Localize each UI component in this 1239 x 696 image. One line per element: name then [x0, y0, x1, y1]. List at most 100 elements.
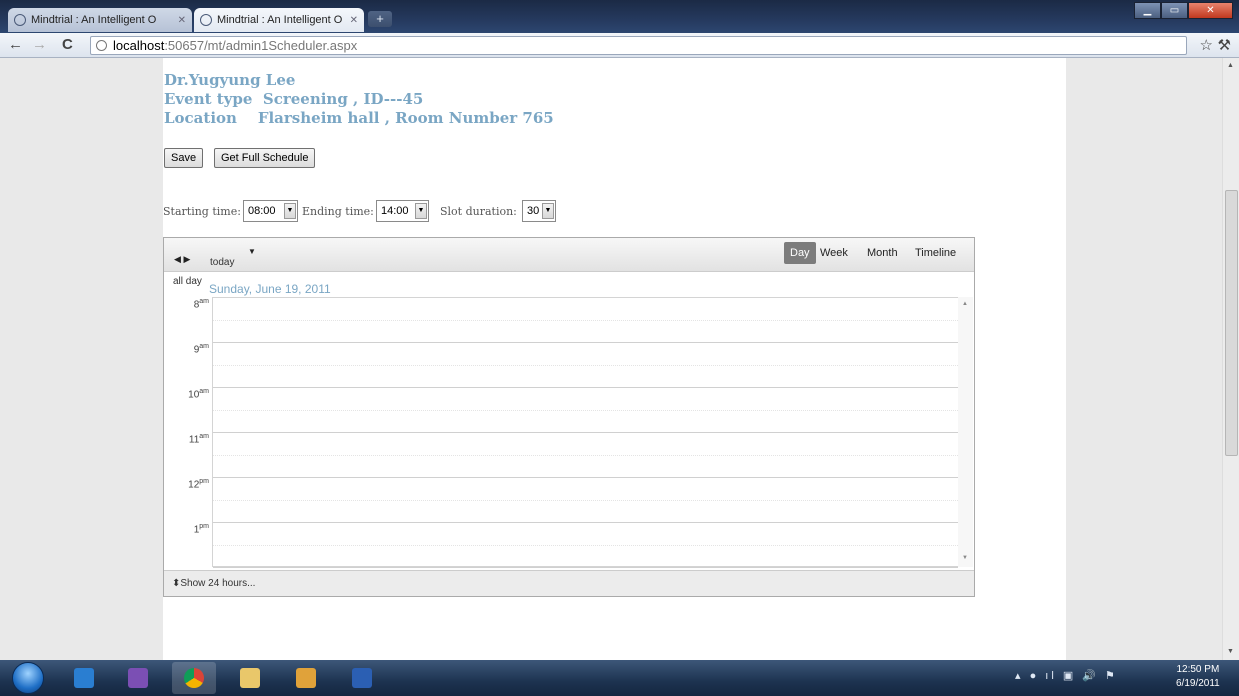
new-tab-button[interactable]: +: [368, 11, 392, 27]
forward-arrow-icon[interactable]: →: [32, 36, 47, 53]
half-hour-line: [213, 410, 958, 411]
view-timeline-button[interactable]: Timeline: [909, 242, 962, 264]
taskbar-app-media[interactable]: [284, 662, 328, 694]
view-month-button[interactable]: Month: [861, 242, 904, 264]
time-grid[interactable]: [212, 297, 959, 568]
system-tray-icons[interactable]: ▴ ● ıl ▣ 🔊 ⚑: [1015, 669, 1118, 682]
half-hour-line: [213, 320, 958, 321]
globe-icon: [14, 14, 26, 26]
hour-label: 11am: [164, 433, 209, 445]
browser-toolbar: ← → C localhost:50657/mt/admin1Scheduler…: [0, 33, 1239, 58]
slot-duration-label: Slot duration:: [440, 205, 517, 218]
browser-tab-1[interactable]: Mindtrial : An Intelligent O ✕: [8, 8, 192, 32]
close-window-button[interactable]: ✕: [1188, 2, 1233, 19]
time-slot-row[interactable]: [213, 343, 958, 388]
ending-time-select[interactable]: 14:00 ▼: [376, 200, 429, 222]
view-week-button[interactable]: Week: [814, 242, 854, 264]
taskbar-app-virtualbox[interactable]: [62, 662, 106, 694]
page-scrollbar[interactable]: ▲ ▼: [1222, 58, 1239, 660]
time-slot-row[interactable]: [213, 298, 958, 343]
calendar-scrollbar[interactable]: ▲ ▼: [958, 297, 973, 567]
save-button[interactable]: Save: [164, 148, 204, 168]
hour-ampm: am: [199, 388, 209, 395]
back-arrow-icon[interactable]: ←: [8, 36, 23, 53]
taskbar-app-visual-studio[interactable]: [116, 662, 160, 694]
start-button[interactable]: [12, 662, 44, 694]
half-hour-line: [213, 545, 958, 546]
maximize-button[interactable]: ▭: [1161, 2, 1188, 19]
wrench-menu-icon[interactable]: ⚒: [1218, 36, 1231, 54]
hour-ampm: pm: [199, 478, 209, 485]
today-button[interactable]: today: [210, 257, 234, 268]
window-controls: ▁ ▭ ✕: [1134, 2, 1233, 19]
half-hour-line: [213, 455, 958, 456]
hour-label: 9am: [164, 343, 209, 355]
url-host: localhost: [113, 38, 165, 53]
chrome-icon: [184, 668, 204, 688]
tab-title: Mindtrial : An Intelligent O: [31, 14, 157, 26]
hour-label: 1pm: [164, 523, 209, 535]
starting-time-value: 08:00: [248, 205, 276, 217]
slot-duration-select[interactable]: 30 ▼: [522, 200, 556, 222]
scroll-up-icon[interactable]: ▲: [1227, 62, 1234, 69]
page-icon: [96, 40, 107, 51]
next-arrow-icon[interactable]: ▶: [183, 254, 190, 264]
taskbar-app-word[interactable]: [340, 662, 384, 694]
close-tab-icon[interactable]: ✕: [350, 15, 358, 26]
reload-icon[interactable]: C: [62, 36, 73, 53]
clock-date: 6/19/2011: [1176, 678, 1220, 689]
location-line: Location Flarsheim hall , Room Number 76…: [164, 109, 554, 127]
all-day-label: all day: [173, 276, 202, 287]
calendar-toolbar: ◀ ▶ today ▼ Day Week Month Timeline: [164, 238, 974, 272]
browser-tab-2-active[interactable]: Mindtrial : An Intelligent O ✕: [194, 8, 364, 32]
scroll-thumb[interactable]: [1225, 190, 1238, 456]
scroll-up-icon[interactable]: ▲: [962, 301, 968, 307]
clock-time: 12:50 PM: [1176, 664, 1220, 675]
caret-down-icon[interactable]: ▼: [248, 247, 256, 256]
dropdown-arrow-icon: ▼: [542, 203, 554, 219]
clock[interactable]: 12:50 PM 6/19/2011: [1176, 663, 1220, 691]
hour-label: 12pm: [164, 478, 209, 490]
url-path: :50657/mt/admin1Scheduler.aspx: [164, 38, 358, 53]
get-full-schedule-button[interactable]: Get Full Schedule: [214, 148, 316, 168]
time-slot-row[interactable]: [213, 478, 958, 523]
taskbar-app-chrome[interactable]: [172, 662, 216, 694]
prev-next-arrows: ◀ ▶: [174, 254, 190, 265]
globe-icon: [200, 14, 212, 26]
view-day-button[interactable]: Day: [784, 242, 816, 264]
show-24-hours-link[interactable]: ⬍Show 24 hours...: [172, 578, 255, 589]
minimize-button[interactable]: ▁: [1134, 2, 1161, 19]
half-hour-line: [213, 365, 958, 366]
bookmark-star-icon[interactable]: ☆: [1200, 36, 1213, 54]
show-24-hours-label: Show 24 hours...: [180, 578, 256, 589]
scroll-down-icon[interactable]: ▼: [962, 555, 968, 561]
media-icon: [296, 668, 316, 688]
half-hour-line: [213, 500, 958, 501]
dropdown-arrow-icon: ▼: [415, 203, 427, 219]
ending-time-label: Ending time:: [302, 205, 374, 218]
starting-time-select[interactable]: 08:00 ▼: [243, 200, 298, 222]
time-slot-row[interactable]: [213, 388, 958, 433]
date-heading: Sunday, June 19, 2011: [209, 282, 331, 296]
doctor-name: Dr.Yugyung Lee: [164, 71, 296, 89]
scroll-down-icon[interactable]: ▼: [1227, 648, 1234, 655]
cube-icon: [74, 668, 94, 688]
hour-ampm: am: [199, 298, 209, 305]
window-titlebar: Mindtrial : An Intelligent O ✕ Mindtrial…: [0, 0, 1239, 33]
prev-arrow-icon[interactable]: ◀: [174, 254, 181, 264]
hour-number: 11: [188, 434, 200, 446]
hour-label: 10am: [164, 388, 209, 400]
time-slot-row[interactable]: [213, 523, 958, 568]
address-bar[interactable]: localhost:50657/mt/admin1Scheduler.aspx: [90, 36, 1187, 55]
hour-label: 8am: [164, 298, 209, 310]
word-icon: [352, 668, 372, 688]
windows-taskbar: ▴ ● ıl ▣ 🔊 ⚑ 12:50 PM 6/19/2011: [0, 660, 1239, 696]
tab-title: Mindtrial : An Intelligent O: [217, 14, 343, 26]
time-slot-row[interactable]: [213, 433, 958, 478]
hour-ampm: pm: [199, 523, 209, 530]
hour-number: 12: [188, 479, 200, 491]
dropdown-arrow-icon: ▼: [284, 203, 296, 219]
close-tab-icon[interactable]: ✕: [178, 15, 186, 26]
taskbar-app-explorer[interactable]: [228, 662, 272, 694]
hour-ampm: am: [199, 343, 209, 350]
